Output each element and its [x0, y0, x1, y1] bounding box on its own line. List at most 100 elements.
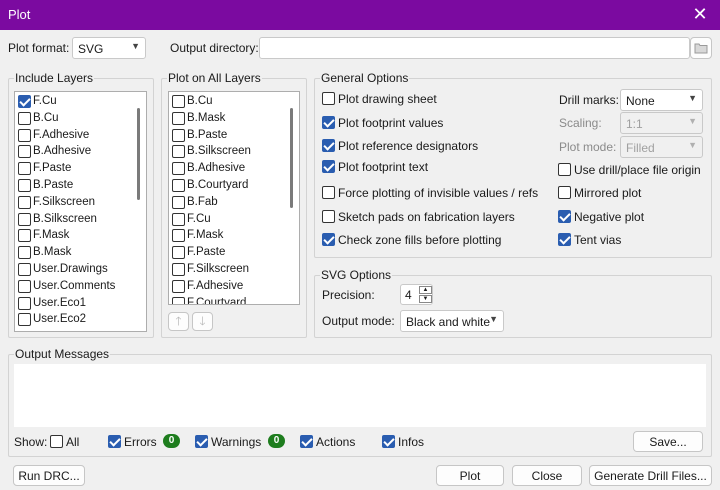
layer-label: B.Mask — [33, 246, 72, 259]
output-mode-select[interactable]: Black and white ▼ — [400, 310, 504, 332]
layer-label: B.Cu — [33, 111, 59, 124]
filter-count-badge: 0 — [163, 434, 180, 448]
filter-checkbox[interactable] — [300, 435, 313, 448]
layer-checkbox[interactable] — [18, 179, 31, 192]
move-up-button[interactable]: 🡑 — [168, 312, 189, 331]
filter-label: Warnings — [211, 435, 262, 449]
option-checkbox[interactable] — [322, 116, 335, 129]
spin-up-icon[interactable]: ▲ — [419, 286, 432, 294]
title-bar: Plot ✕ — [0, 0, 720, 30]
plot-format-select[interactable]: SVG ▼ — [72, 37, 146, 59]
close-icon[interactable]: ✕ — [690, 4, 710, 24]
drill-marks-label: Drill marks: — [559, 93, 619, 107]
layer-checkbox[interactable] — [18, 111, 31, 125]
layer-checkbox[interactable] — [18, 128, 31, 142]
chevron-down-icon: ▼ — [688, 140, 697, 150]
option-checkbox[interactable] — [558, 163, 571, 176]
layer-label: B.Paste — [33, 179, 74, 191]
messages-panel[interactable] — [14, 364, 706, 427]
layer-label: B.Fab — [187, 195, 218, 208]
filter-checkbox[interactable] — [50, 435, 63, 448]
layer-label: F.Adhesive — [33, 128, 90, 141]
layer-label: F.Mask — [33, 229, 70, 242]
layer-checkbox[interactable] — [18, 246, 31, 260]
precision-spinner[interactable]: 4 ▲ ▼ — [400, 284, 433, 305]
plot-format-label: Plot format: — [8, 41, 70, 55]
include-layers-scrollbar[interactable] — [137, 108, 140, 200]
layer-checkbox[interactable] — [18, 195, 31, 209]
layer-checkbox[interactable] — [172, 229, 185, 243]
browse-folder-button[interactable] — [690, 37, 712, 59]
option-checkbox[interactable] — [558, 186, 571, 199]
plot-mode-label: Plot mode: — [559, 140, 617, 154]
option-label: Negative plot — [574, 210, 645, 224]
layer-checkbox[interactable] — [18, 229, 31, 243]
layer-checkbox[interactable] — [172, 296, 185, 304]
plot-format-value: SVG — [78, 42, 104, 56]
option-label: Use drill/place file origin — [574, 163, 701, 177]
layer-checkbox[interactable] — [172, 195, 185, 209]
layer-checkbox[interactable] — [172, 279, 185, 293]
generate-drill-files-button[interactable]: Generate Drill Files... — [589, 465, 712, 486]
filter-checkbox[interactable] — [382, 435, 395, 448]
layer-checkbox[interactable] — [18, 313, 31, 327]
drill-marks-select[interactable]: None ▼ — [620, 89, 703, 111]
plot-all-layers-scrollbar[interactable] — [290, 108, 293, 208]
plot-button[interactable]: Plot — [436, 465, 504, 486]
layer-label: B.Mask — [187, 111, 226, 124]
run-drc-button[interactable]: Run DRC... — [13, 465, 85, 486]
layer-checkbox[interactable] — [18, 263, 31, 276]
save-messages-button[interactable]: Save... — [633, 431, 703, 452]
layer-checkbox[interactable] — [172, 95, 185, 108]
layer-checkbox[interactable] — [172, 212, 185, 226]
layer-checkbox[interactable] — [172, 162, 185, 176]
option-checkbox[interactable] — [322, 92, 335, 105]
layer-checkbox[interactable] — [172, 128, 185, 142]
plot-mode-select[interactable]: Filled ▼ — [620, 136, 703, 158]
layer-checkbox[interactable] — [18, 279, 31, 293]
scaling-select[interactable]: 1:1 ▼ — [620, 112, 703, 134]
layer-label: F.Cu — [33, 95, 57, 107]
option-checkbox[interactable] — [322, 233, 335, 246]
layer-label: F.Cu — [187, 212, 211, 225]
layer-checkbox[interactable] — [18, 162, 31, 176]
layer-checkbox[interactable] — [172, 145, 185, 159]
layer-checkbox[interactable] — [172, 246, 185, 260]
layer-checkbox[interactable] — [18, 145, 31, 159]
spin-down-icon[interactable]: ▼ — [419, 295, 432, 303]
option-label: Plot reference designators — [338, 139, 479, 153]
output-directory-input[interactable] — [259, 37, 690, 59]
option-checkbox[interactable] — [322, 186, 335, 199]
option-label: Check zone fills before plotting — [338, 233, 502, 247]
filter-label: Infos — [398, 435, 425, 449]
include-layers-list[interactable]: F.Cu B.Cu F.Adhesive B.Adhesive F.Paste B.Pas… — [14, 91, 147, 332]
option-label: Mirrored plot — [574, 186, 642, 200]
layer-checkbox[interactable] — [172, 179, 185, 192]
plot-all-layers-list[interactable]: B.Cu B.Mask B.Paste B.Silkscreen B.Adhesive B… — [168, 91, 300, 305]
svg-options-group — [314, 275, 712, 338]
option-checkbox[interactable] — [322, 160, 335, 173]
chevron-down-icon: ▼ — [688, 116, 697, 126]
layer-checkbox[interactable] — [172, 263, 185, 276]
filter-checkbox[interactable] — [195, 435, 208, 448]
general-options-title: General Options — [320, 71, 410, 85]
layer-checkbox[interactable] — [18, 95, 31, 108]
filter-checkbox[interactable] — [108, 435, 121, 448]
option-label: Plot drawing sheet — [338, 92, 437, 106]
move-down-button[interactable]: 🡓 — [192, 312, 213, 331]
option-checkbox[interactable] — [322, 139, 335, 152]
layer-checkbox[interactable] — [172, 111, 185, 125]
option-label: Plot footprint text — [338, 160, 429, 174]
layer-checkbox[interactable] — [18, 212, 31, 226]
layer-label: F.Mask — [187, 229, 224, 242]
option-checkbox[interactable] — [558, 210, 571, 223]
plot-mode-value: Filled — [626, 141, 655, 155]
option-checkbox[interactable] — [322, 210, 335, 223]
close-button[interactable]: Close — [512, 465, 582, 486]
scaling-value: 1:1 — [626, 117, 643, 131]
filter-count-badge: 0 — [268, 434, 285, 448]
layer-checkbox[interactable] — [18, 296, 31, 310]
layer-label: F.Adhesive — [187, 279, 244, 292]
option-checkbox[interactable] — [558, 233, 571, 246]
drill-marks-value: None — [626, 94, 655, 108]
